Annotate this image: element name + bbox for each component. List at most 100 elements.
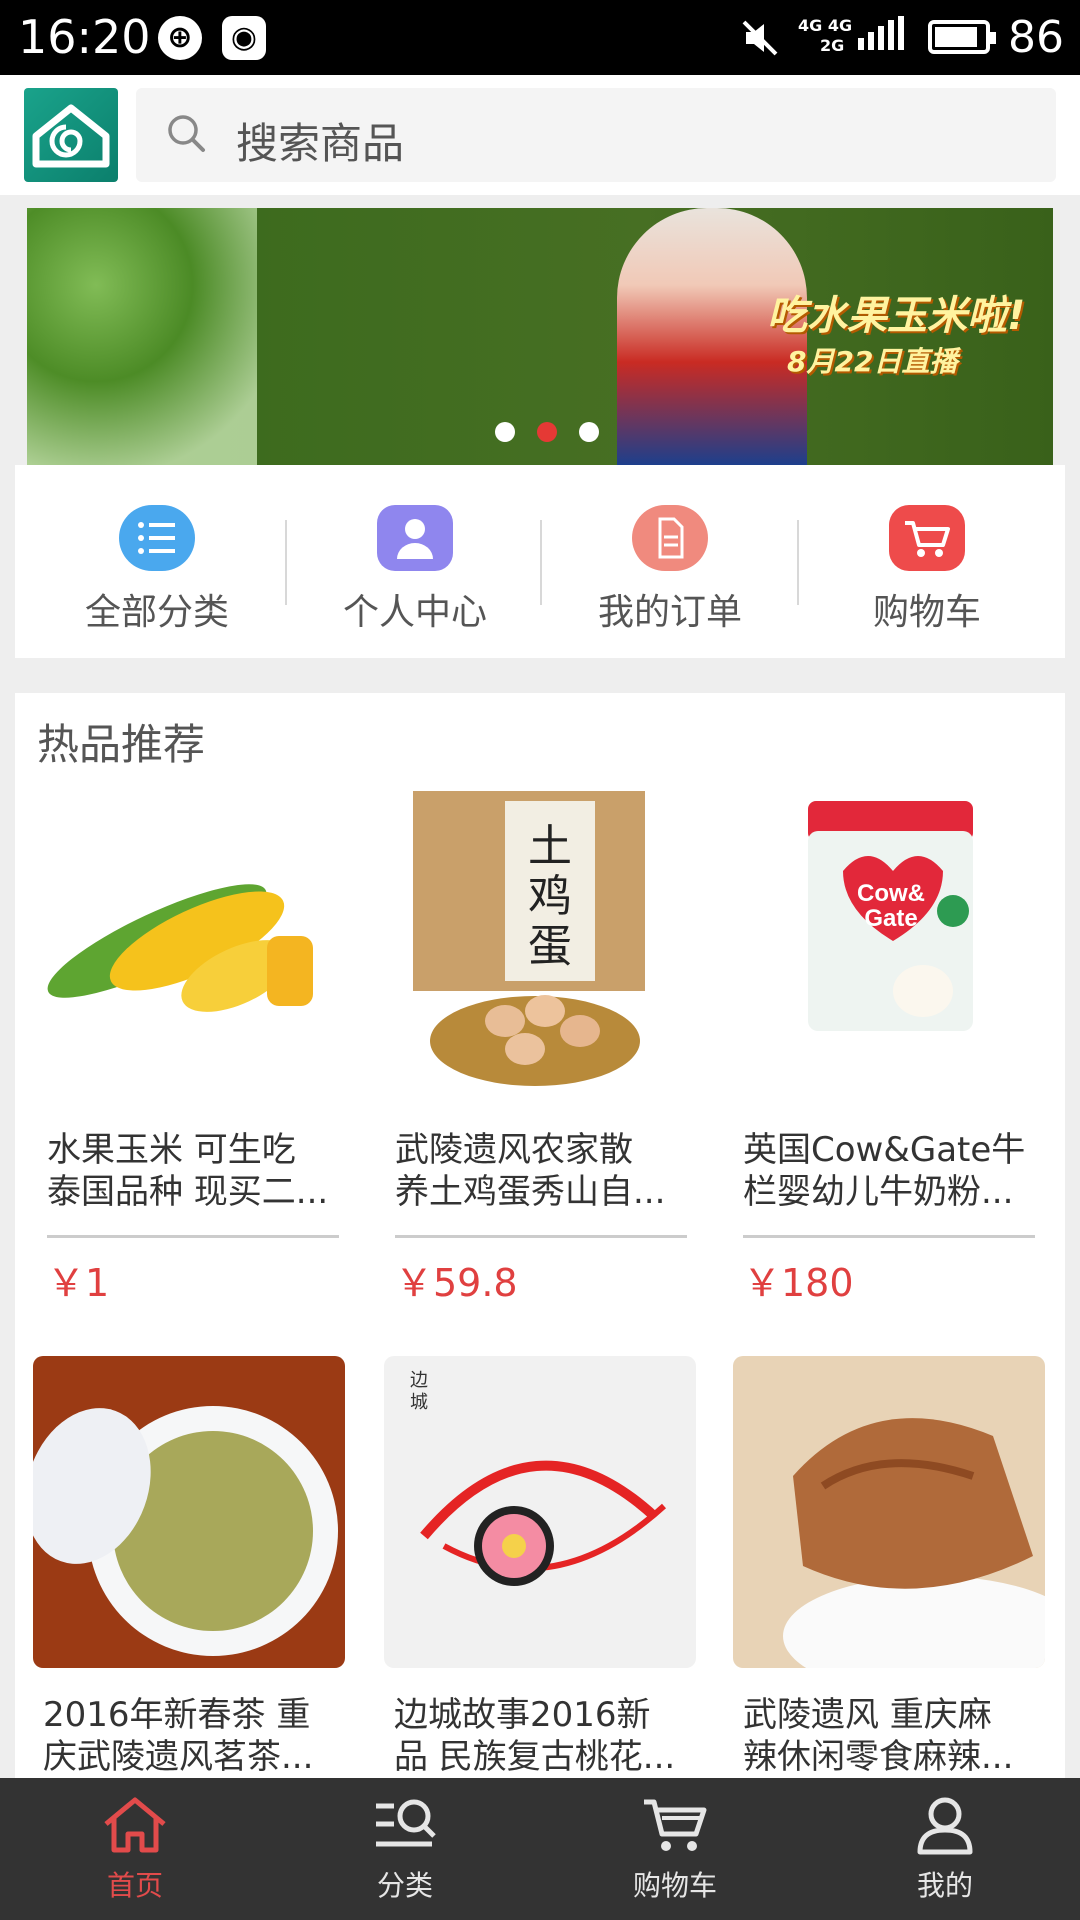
product-name-line: 水果玉米 可生吃 [47,1130,296,1170]
hot-products-section: 热品推荐 水果玉米 可生吃 泰国品种 现买二... ￥1 土 鸡 蛋 武陵遗风农… [15,693,1065,1778]
tab-label: 首页 [106,1869,163,1902]
app-logo[interactable] [24,88,118,182]
product-name: 武陵遗风农家散 养土鸡蛋秀山自... [385,1129,697,1213]
tab-label: 我的 [916,1869,973,1902]
divider [47,1235,339,1238]
mute-icon [742,20,778,56]
promo-banner[interactable]: 吃水果玉米啦! 8月22日直播 [27,208,1053,465]
spicy-snack-image[interactable] [733,1356,1045,1668]
milk-powder-image[interactable]: Cow& Gate [733,791,1045,1103]
carousel-dot[interactable] [495,422,515,442]
corn-image[interactable] [37,791,349,1103]
product-price: ￥59.8 [395,1261,518,1305]
product-name: 武陵遗风 重庆麻 辣休闲零食麻辣... [733,1694,1045,1778]
weibo-notification-icon: ◉ [222,16,266,60]
divider [743,1235,1035,1238]
divider [540,520,542,605]
leaf-image [27,208,257,465]
divider [395,1235,687,1238]
nav-label: 我的订单 [597,592,742,633]
product-card[interactable]: 水果玉米 可生吃 泰国品种 现买二... ￥1 [37,791,349,1307]
svg-text:土: 土 [528,821,572,872]
product-name-line: 英国Cow&Gate牛 [743,1130,1026,1170]
tea-cup-image[interactable] [33,1356,345,1668]
battery-percent: 86 [1008,12,1064,63]
svg-text:Cow&: Cow& [857,880,925,907]
house-swirl-icon [32,104,110,168]
banner-headline: 吃水果玉米啦! [767,293,1026,339]
banner-subline: 8月22日直播 [787,345,958,378]
cart-icon [889,505,965,571]
nav-label: 个人中心 [342,592,487,633]
product-name-line: 庆武陵遗风茗茶... [43,1737,314,1777]
search-input[interactable]: 搜索商品 [136,88,1056,182]
nav-shopping-cart[interactable]: 购物车 [817,505,1037,655]
product-name-line: 边城故事2016新 [394,1695,651,1735]
search-placeholder: 搜索商品 [236,119,405,168]
tab-label: 购物车 [632,1869,717,1902]
product-price: ￥1 [47,1261,110,1305]
network-indicator: 4G 4G 2G [798,16,852,56]
user-icon [917,1797,973,1855]
svg-text:边: 边 [410,1370,428,1391]
signal-bar [888,20,894,50]
nav-label: 全部分类 [84,592,229,633]
svg-text:鸡: 鸡 [528,871,572,922]
bracelet-image[interactable]: 边 城 [384,1356,696,1668]
carousel-dot[interactable] [579,422,599,442]
product-card[interactable]: 2016年新春茶 重 庆武陵遗风茗茶... [33,1356,345,1778]
divider [285,520,287,605]
section-title: 热品推荐 [37,720,206,769]
network-label-top: 4G 4G [798,16,853,35]
battery-icon [928,20,996,54]
network-label-bottom: 2G [820,36,845,55]
nav-personal-center[interactable]: 个人中心 [305,505,525,655]
tab-home[interactable]: 首页 [0,1778,270,1920]
product-name-line: 武陵遗风农家散 [395,1130,633,1170]
signal-bar [878,26,884,50]
nav-label: 购物车 [872,592,981,633]
product-name-line: 养土鸡蛋秀山自... [395,1172,666,1212]
carousel-dot-active[interactable] [537,422,557,442]
signal-bar [858,38,864,50]
app-notification-icon: ⊕ [158,16,202,60]
product-name: 水果玉米 可生吃 泰国品种 现买二... [37,1129,349,1213]
tab-cart[interactable]: 购物车 [540,1778,810,1920]
tab-label: 分类 [376,1869,433,1902]
svg-text:蛋: 蛋 [528,921,572,972]
category-search-icon [376,1799,436,1847]
search-icon [168,115,205,152]
product-name: 英国Cow&Gate牛 栏婴幼儿牛奶粉... [733,1129,1045,1213]
product-name-line: 栏婴幼儿牛奶粉... [743,1172,1014,1212]
product-card[interactable]: Cow& Gate 英国Cow&Gate牛 栏婴幼儿牛奶粉... ￥180 [733,791,1045,1307]
product-name-line: 辣休闲零食麻辣... [743,1737,1014,1777]
product-name-line: 2016年新春茶 重 [43,1695,311,1735]
nav-all-categories[interactable]: 全部分类 [47,505,267,655]
product-name: 边城故事2016新 品 民族复古桃花... [384,1694,696,1778]
product-name: 2016年新春茶 重 庆武陵遗风茗茶... [33,1694,345,1778]
product-price: ￥180 [743,1261,854,1305]
carousel-indicator [495,422,621,446]
signal-bar [868,32,874,50]
product-card[interactable]: 武陵遗风 重庆麻 辣休闲零食麻辣... [733,1356,1045,1778]
header: 搜索商品 [0,75,1080,195]
nav-my-orders[interactable]: 我的订单 [560,505,780,655]
svg-text:Gate: Gate [864,905,917,932]
bottom-tab-bar: 首页 分类 购物车 我的 [0,1778,1080,1920]
product-name-line: 泰国品种 现买二... [47,1172,329,1212]
document-icon [632,505,708,571]
list-icon [119,505,195,571]
tab-me[interactable]: 我的 [810,1778,1080,1920]
status-time: 16:20 [18,10,151,64]
product-name-line: 武陵遗风 重庆麻 [743,1695,992,1735]
product-card[interactable]: 边 城 边城故事2016新 品 民族复古桃花... [384,1356,696,1778]
egg-box-image[interactable]: 土 鸡 蛋 [385,791,697,1103]
quick-nav: 全部分类 个人中心 我的订单 购物车 [15,465,1065,658]
person-icon [377,505,453,571]
product-card[interactable]: 土 鸡 蛋 武陵遗风农家散 养土鸡蛋秀山自... ￥59.8 [385,791,697,1307]
tab-category[interactable]: 分类 [270,1778,540,1920]
svg-text:城: 城 [410,1392,428,1413]
signal-bar [898,16,904,50]
product-name-line: 品 民族复古桃花... [394,1737,676,1777]
divider [797,520,799,605]
